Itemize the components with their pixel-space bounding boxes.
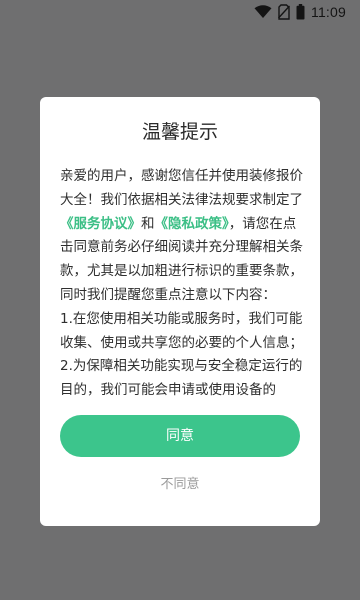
intro-text: 亲爱的用户，感谢您信任并使用装修报价大全！我们依据相关法律法规要求制定了 — [60, 168, 303, 208]
body-item-2: 2.为保障相关功能实现与安全稳定运行的目的，我们可能会申请或使用设备的 — [60, 358, 303, 399]
no-sim-icon — [278, 4, 290, 20]
privacy-policy-link[interactable]: 《隐私政策》 — [155, 216, 229, 232]
intro-paragraph: 亲爱的用户，感谢您信任并使用装修报价大全！我们依据相关法律法规要求制定了《服务协… — [60, 165, 304, 308]
disagree-button[interactable]: 不同意 — [130, 474, 230, 496]
privacy-dialog: 温馨提示 亲爱的用户，感谢您信任并使用装修报价大全！我们依据相关法律法规要求制定… — [40, 97, 320, 526]
body-item-1: 1.在您使用相关功能或服务时，我们可能收集、使用或共享您的必要的个人信息； — [60, 310, 303, 351]
dialog-title: 温馨提示 — [141, 121, 218, 143]
service-agreement-link[interactable]: 《服务协议》 — [60, 216, 141, 232]
status-icons: 11:09 — [254, 3, 346, 21]
wifi-icon — [254, 5, 272, 19]
dialog-body-scroll[interactable]: 亲爱的用户，感谢您信任并使用装修报价大全！我们依据相关法律法规要求制定了《服务协… — [60, 165, 304, 455]
status-time: 11:09 — [311, 4, 346, 20]
battery-icon — [296, 4, 305, 20]
status-bar: 11:09 — [0, 0, 360, 24]
conjunction-text: 和 — [141, 215, 155, 232]
agree-button[interactable]: 同意 — [60, 415, 300, 457]
